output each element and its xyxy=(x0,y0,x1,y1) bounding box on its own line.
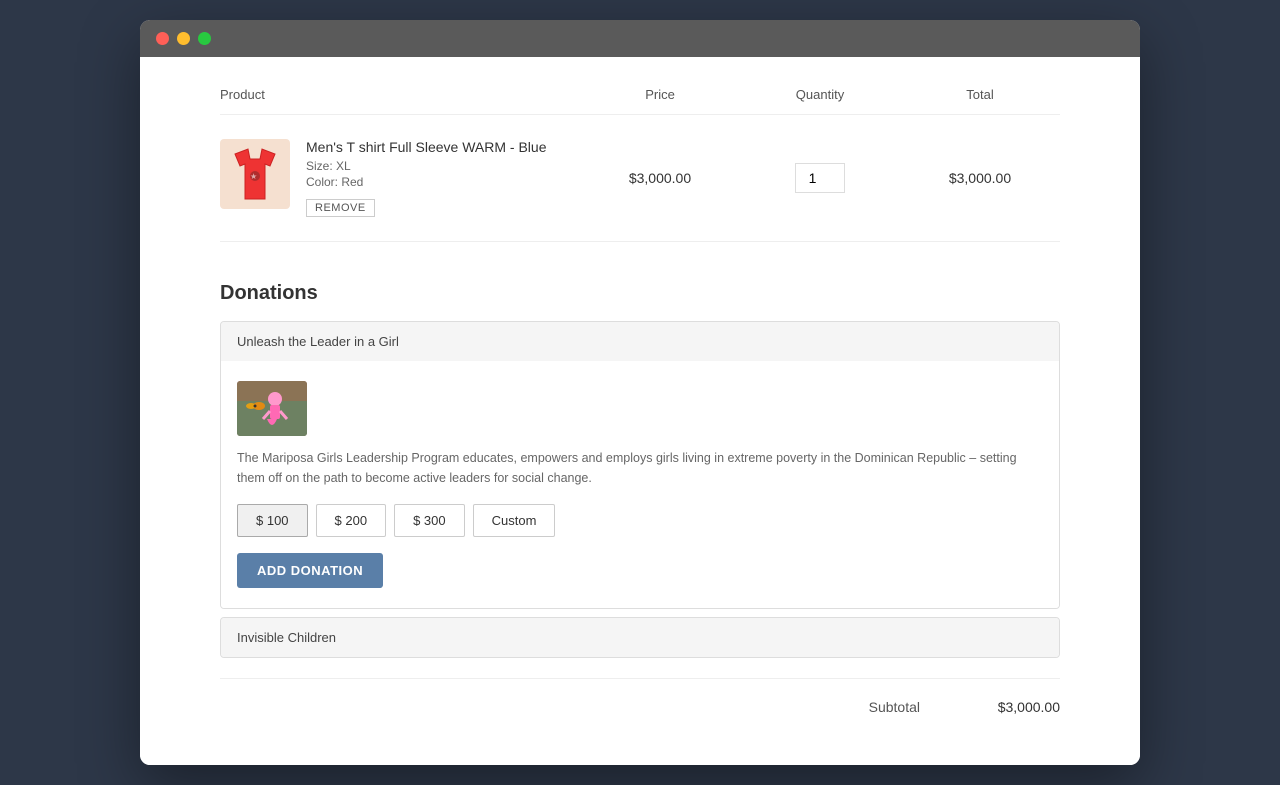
donation-card-1: Unleash the Leader in a Girl xyxy=(220,321,1060,609)
main-content: Product Price Quantity Total ★ Men's T s… xyxy=(140,57,1140,765)
browser-window: Product Price Quantity Total ★ Men's T s… xyxy=(140,20,1140,765)
table-row: ★ Men's T shirt Full Sleeve WARM - Blue … xyxy=(220,115,1060,242)
minimize-button[interactable] xyxy=(177,32,190,45)
product-image: ★ xyxy=(220,139,290,209)
product-color: Color: Red xyxy=(306,175,546,189)
donation-card-header-2: Invisible Children xyxy=(221,618,1059,657)
total-cell: $3,000.00 xyxy=(900,170,1060,186)
product-name: Men's T shirt Full Sleeve WARM - Blue xyxy=(306,139,546,155)
maximize-button[interactable] xyxy=(198,32,211,45)
product-header: Product xyxy=(220,87,580,102)
donations-section: Donations Unleash the Leader in a Girl xyxy=(220,282,1060,658)
donation-org-image xyxy=(237,381,307,436)
product-info: Men's T shirt Full Sleeve WARM - Blue Si… xyxy=(306,139,546,217)
amount-100-button[interactable]: $ 100 xyxy=(237,504,308,537)
add-donation-button[interactable]: ADD DONATION xyxy=(237,553,383,588)
amount-200-button[interactable]: $ 200 xyxy=(316,504,387,537)
quantity-header: Quantity xyxy=(740,87,900,102)
subtotal-value: $3,000.00 xyxy=(980,699,1060,715)
close-button[interactable] xyxy=(156,32,169,45)
price-header: Price xyxy=(580,87,740,102)
amount-custom-button[interactable]: Custom xyxy=(473,504,556,537)
donation-amounts: $ 100 $ 200 $ 300 Custom xyxy=(237,504,1043,537)
total-header: Total xyxy=(900,87,1060,102)
subtotal-label: Subtotal xyxy=(869,699,920,715)
quantity-cell xyxy=(740,163,900,193)
amount-300-button[interactable]: $ 300 xyxy=(394,504,465,537)
donation-card-header-1: Unleash the Leader in a Girl xyxy=(221,322,1059,361)
product-cell: ★ Men's T shirt Full Sleeve WARM - Blue … xyxy=(220,139,580,217)
donations-title: Donations xyxy=(220,282,1060,305)
donation-card-2: Invisible Children xyxy=(220,617,1060,658)
price-cell: $3,000.00 xyxy=(580,170,740,186)
svg-text:★: ★ xyxy=(250,172,257,181)
titlebar xyxy=(140,20,1140,57)
donation-description: The Mariposa Girls Leadership Program ed… xyxy=(237,448,1043,488)
remove-button[interactable]: REMOVE xyxy=(306,199,375,217)
donation-card-body-1: The Mariposa Girls Leadership Program ed… xyxy=(221,361,1059,608)
product-size: Size: XL xyxy=(306,159,546,173)
quantity-input[interactable] xyxy=(795,163,845,193)
cart-table-header: Product Price Quantity Total xyxy=(220,87,1060,115)
subtotal-row: Subtotal $3,000.00 xyxy=(220,678,1060,735)
